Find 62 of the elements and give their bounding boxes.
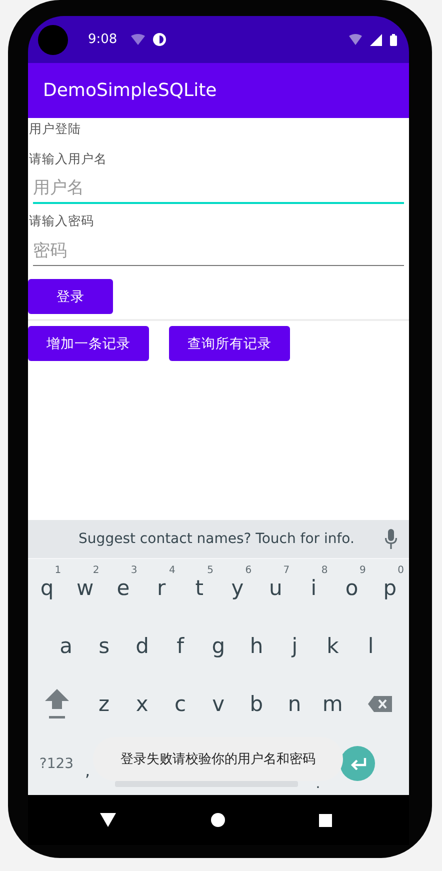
keyboard-key[interactable]: b <box>237 674 276 733</box>
keyboard-key[interactable]: u 7 <box>256 558 295 617</box>
keyboard-key[interactable]: d <box>123 616 162 675</box>
keyboard-key[interactable]: x <box>123 674 162 733</box>
keyboard-key[interactable]: f <box>161 616 200 675</box>
home-icon[interactable] <box>211 813 225 827</box>
key-hint: 5 <box>207 564 214 576</box>
recents-icon[interactable] <box>319 814 332 826</box>
keyboard-key[interactable]: i 8 <box>294 558 333 617</box>
keyboard-key[interactable]: h <box>237 616 276 675</box>
keyboard-key[interactable]: q 1 <box>28 558 66 617</box>
keyboard-key[interactable]: z <box>85 674 124 733</box>
keyboard-key[interactable]: m <box>314 674 352 733</box>
battery-icon <box>390 34 397 46</box>
key-hint: 2 <box>92 564 100 576</box>
key-hint: 4 <box>169 564 176 576</box>
enter-icon <box>348 758 366 770</box>
keyboard-key[interactable]: k <box>314 616 352 675</box>
field-label: 请输入密码 <box>28 213 95 230</box>
keyboard-key[interactable]: l <box>352 616 390 675</box>
keyboard-key[interactable]: n <box>275 674 314 733</box>
key-hint: 3 <box>130 564 138 576</box>
circle-icon <box>153 33 166 46</box>
keyboard-key[interactable]: v <box>199 674 238 733</box>
action-button[interactable]: 增加一条记录 <box>28 326 149 361</box>
keyboard-key[interactable]: t 5 <box>180 558 218 617</box>
key-hint: 1 <box>54 564 62 576</box>
keyboard-key[interactable]: p 0 <box>370 558 409 617</box>
keyboard-key[interactable]: s <box>85 616 124 675</box>
key-hint: 9 <box>359 564 366 576</box>
wifi-icon <box>131 34 146 45</box>
symbols-key[interactable]: ?123 <box>28 756 85 772</box>
microphone-icon[interactable] <box>385 528 397 549</box>
app-title: DemoSimpleSQLite <box>43 80 217 101</box>
username-field[interactable]: 用户名 <box>33 174 404 204</box>
back-icon[interactable] <box>100 813 116 827</box>
key-hint: 7 <box>283 564 290 576</box>
login-button[interactable]: 登录 <box>28 279 113 314</box>
signal-icon <box>370 34 382 46</box>
key-hint: 8 <box>321 564 328 576</box>
suggestion-text[interactable]: Suggest contact names? Touch for info. <box>28 530 385 547</box>
section-title: 用户登陆 <box>28 121 82 138</box>
wifi-off-icon <box>349 34 362 45</box>
password-field[interactable]: 密码 <box>33 236 404 266</box>
keyboard-key[interactable]: e 3 <box>104 558 142 617</box>
keyboard-key[interactable]: y 6 <box>218 558 257 617</box>
keyboard-key[interactable]: c <box>161 674 200 733</box>
keyboard-key[interactable]: w 2 <box>66 558 104 617</box>
keyboard-key[interactable]: g <box>199 616 238 675</box>
action-button[interactable]: 查询所有记录 <box>169 326 290 361</box>
key-hint: 6 <box>245 564 252 576</box>
backspace-icon[interactable] <box>368 696 392 712</box>
camera-hole <box>38 24 68 54</box>
field-label: 请输入用户名 <box>28 151 108 168</box>
keyboard-key[interactable]: j <box>276 616 314 675</box>
key-hint: 0 <box>398 564 404 576</box>
keyboard-key[interactable]: a <box>47 616 86 675</box>
enter-key[interactable] <box>340 746 375 782</box>
keyboard-key[interactable]: r 4 <box>142 558 180 617</box>
keyboard-key[interactable]: o 9 <box>332 558 371 617</box>
shift-icon[interactable] <box>44 688 68 719</box>
status-time: 9:08 <box>88 32 118 47</box>
